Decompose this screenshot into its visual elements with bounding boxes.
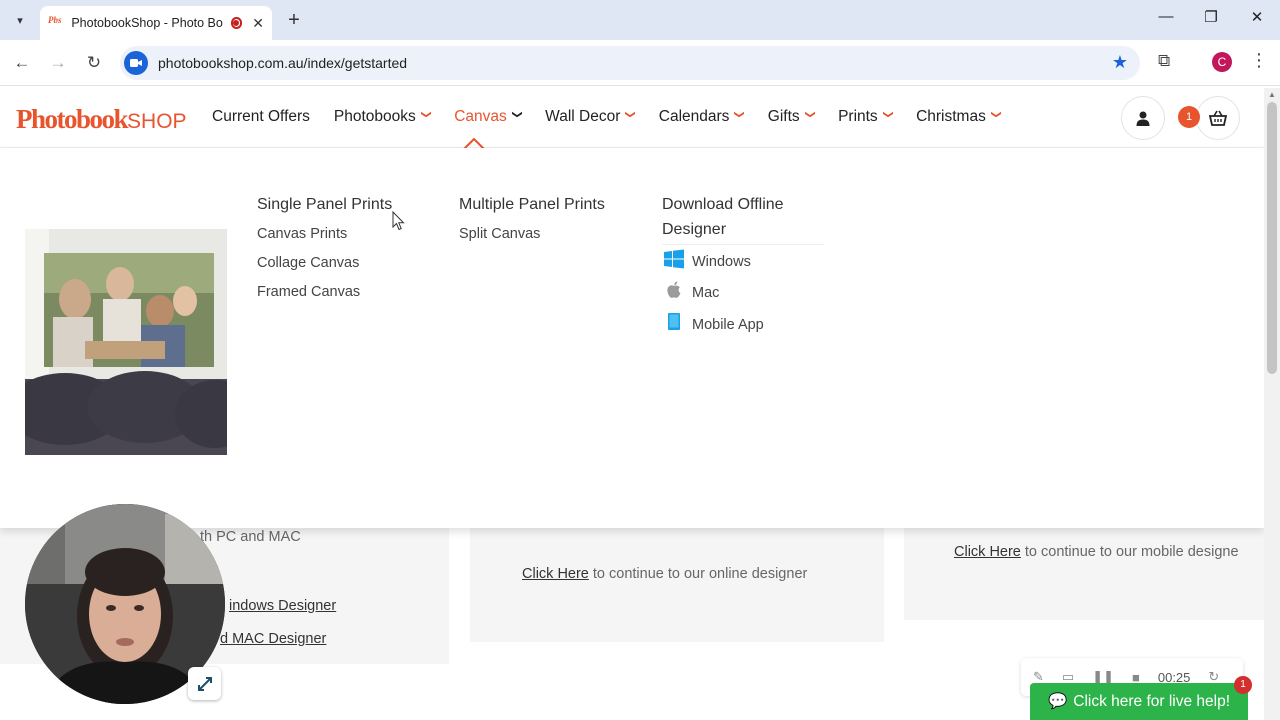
apple-icon [667,281,681,298]
online-designer-card [470,528,884,642]
site-info-icon[interactable] [124,51,148,75]
online-designer-description: to continue to our online designer [588,566,808,582]
mobile-designer-description: to continue to our mobile designe [1020,544,1239,560]
nav-prints[interactable]: Prints ❯ [838,108,894,126]
logo-thin-text: SHOP [127,110,187,133]
reload-button[interactable]: ↻ [83,52,105,74]
main-navigation: Current Offers Photobooks ❯ Canvas ❯ Wall … [212,108,1024,126]
expand-arrows-icon [197,676,212,691]
chevron-down-icon: ❯ [420,109,432,119]
online-designer-link[interactable]: Click Here [522,566,589,582]
chat-notification-badge: 1 [1234,676,1252,694]
url-text: photobookshop.com.au/index/getstarted [158,55,408,71]
mobile-designer-card [904,528,1264,620]
browser-tab[interactable]: Pbs PhotobookShop - Photo Bo ✕ [40,6,272,40]
scroll-up-arrow-icon[interactable]: ▲ [1268,90,1276,99]
address-bar[interactable]: photobookshop.com.au/index/getstarted ★ [120,46,1140,80]
tab-title: PhotobookShop - Photo Bo [71,16,223,30]
browser-toolbar: ← → ↻ photobookshop.com.au/index/getstar… [0,40,1280,86]
download-designer-heading: Download Offline Designer [662,192,824,245]
mobile-designer-text: Click Here to continue to our mobile des… [954,544,1264,560]
framed-canvas-link[interactable]: Framed Canvas [257,284,360,300]
favicon-icon: Pbs [48,15,62,25]
mac-download-link[interactable]: Mac [692,285,719,301]
multiple-panel-heading: Multiple Panel Prints [459,196,605,213]
tab-search-chevron-icon[interactable]: ▾ [8,8,32,32]
extensions-icon[interactable]: ⧉ [1158,51,1170,71]
restore-button[interactable]: ❐ [1196,8,1226,26]
profile-avatar[interactable]: C [1212,52,1232,72]
browser-menu-icon[interactable]: ⋮ [1250,50,1268,71]
live-help-button[interactable]: 💬 Click here for live help! [1030,683,1248,720]
chevron-down-icon: ❯ [990,109,1002,119]
chat-bubble-icon: 💬 [1047,693,1068,710]
minimize-button[interactable]: — [1151,8,1181,25]
new-tab-button[interactable]: + [282,8,306,32]
mouse-cursor-icon [392,211,405,231]
tab-close-icon[interactable]: ✕ [252,15,264,32]
nav-label: Gifts [767,108,800,125]
tablet-icon [668,313,680,330]
account-button[interactable] [1121,96,1165,140]
download-heading-line2: Designer [662,221,727,238]
cart-count-badge: 1 [1178,106,1200,128]
bookmark-star-icon[interactable]: ★ [1112,52,1128,73]
online-designer-text: Click Here to continue to our online des… [522,566,807,582]
collage-canvas-link[interactable]: Collage Canvas [257,255,359,271]
logo-bold-text: Photobook [16,104,129,134]
recording-indicator-icon [230,17,243,29]
windows-designer-link[interactable]: indows Designer [229,598,336,614]
close-window-button[interactable]: ✕ [1242,8,1272,26]
windows-icon [664,249,684,269]
download-heading-line1: Download Offline [662,196,784,213]
nav-gifts[interactable]: Gifts ❯ [767,108,816,126]
live-help-label: Click here for live help! [1073,692,1231,710]
basket-icon [1209,110,1227,126]
nav-calendars[interactable]: Calendars ❯ [658,108,746,126]
single-panel-heading: Single Panel Prints [257,196,393,213]
nav-label: Christmas [916,108,986,125]
mac-designer-link[interactable]: d MAC Designer [220,631,326,647]
chevron-down-icon: ❯ [804,109,816,119]
canvas-prints-link[interactable]: Canvas Prints [257,226,347,242]
mobile-designer-link[interactable]: Click Here [954,544,1021,560]
chevron-down-icon: ❯ [882,109,894,119]
windows-download-link[interactable]: Windows [692,254,751,270]
scroll-thumb[interactable] [1267,102,1277,374]
nav-wall-decor[interactable]: Wall Decor ❯ [545,108,637,126]
user-icon [1136,111,1150,126]
nav-label: Canvas [454,108,507,125]
page-scrollbar[interactable]: ▲ [1264,88,1280,720]
nav-label: Current Offers [212,108,310,125]
site-header: PhotobookSHOP Current Offers Photobooks ❯… [0,88,1264,148]
mobile-app-download-link[interactable]: Mobile App [692,317,764,333]
nav-label: Wall Decor [545,108,621,125]
split-canvas-link[interactable]: Split Canvas [459,226,540,242]
nav-christmas[interactable]: Christmas ❯ [916,108,1002,126]
site-logo[interactable]: PhotobookSHOP [16,104,187,135]
cart-button[interactable] [1196,96,1240,140]
nav-label: Calendars [658,108,730,125]
nav-label: Prints [838,108,878,125]
chevron-down-icon: ❯ [625,109,637,119]
chevron-down-icon: ❯ [734,109,746,119]
nav-canvas[interactable]: Canvas ❯ [454,108,523,126]
back-button[interactable]: ← [11,52,33,74]
chevron-down-icon: ❯ [511,109,523,119]
webcam-expand-button[interactable] [188,667,221,700]
nav-photobooks[interactable]: Photobooks ❯ [333,108,432,126]
nav-current-offers[interactable]: Current Offers [212,108,310,126]
forward-button[interactable]: → [47,52,69,74]
canvas-mega-menu: Single Panel Prints Canvas Prints Collag… [0,148,1264,528]
browser-tab-bar: ▾ Pbs PhotobookShop - Photo Bo ✕ + — ❐ ✕ [0,0,1280,40]
canvas-product-image [25,229,227,455]
offline-card-text: th PC and MAC [200,529,301,545]
nav-label: Photobooks [333,108,416,125]
